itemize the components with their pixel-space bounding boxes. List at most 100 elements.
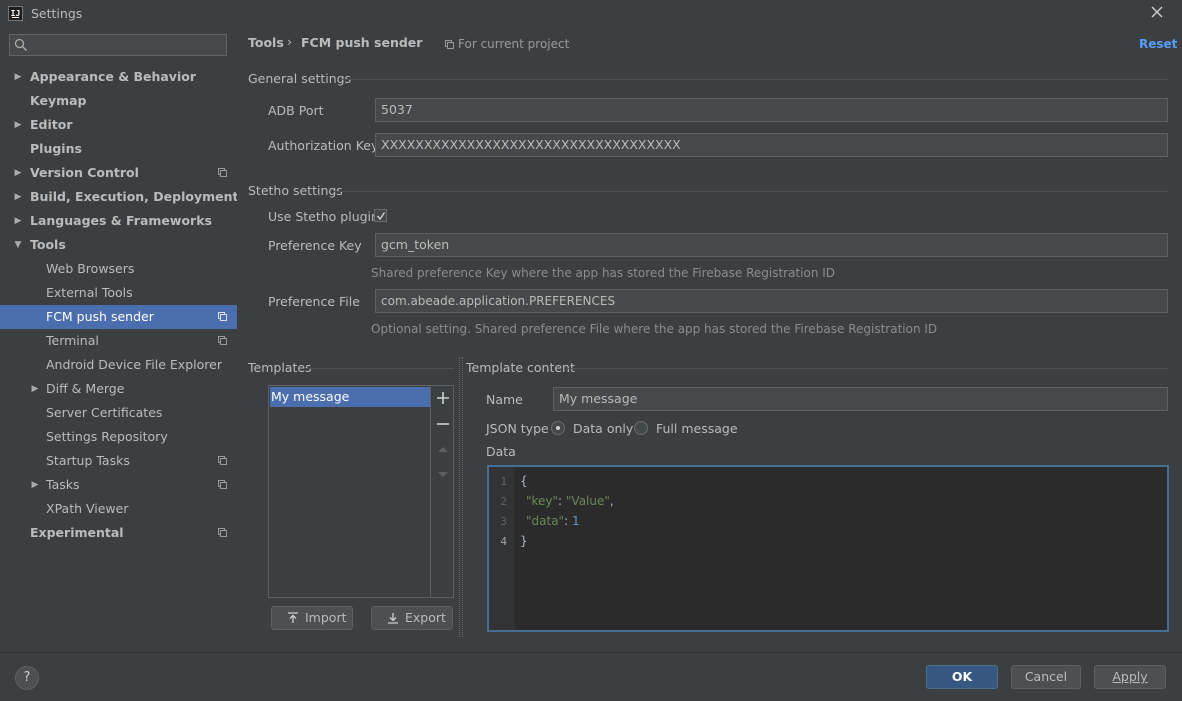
full-message-label[interactable]: Full message xyxy=(656,421,738,436)
sidebar-item-terminal[interactable]: Terminal xyxy=(0,329,237,353)
general-settings-heading: General settings xyxy=(248,71,352,86)
project-scope-icon xyxy=(218,456,227,465)
list-item[interactable]: My message xyxy=(270,387,431,407)
sidebar-item-label: XPath Viewer xyxy=(46,501,129,516)
sidebar-item-label: External Tools xyxy=(46,285,133,300)
sidebar-item-label: Diff & Merge xyxy=(46,381,125,396)
dialog-button-bar xyxy=(0,652,1182,701)
reset-link[interactable]: Reset xyxy=(1139,37,1177,51)
templates-list[interactable]: My message xyxy=(268,385,454,598)
json-colon: : xyxy=(558,494,566,508)
sidebar-item-editor[interactable]: ▶ Editor xyxy=(0,113,237,137)
project-scope-icon xyxy=(218,480,227,489)
expand-arrow-icon[interactable]: ▶ xyxy=(30,377,40,401)
expand-arrow-icon[interactable]: ▶ xyxy=(13,185,23,209)
sidebar-item-android-device-file-explorer[interactable]: Android Device File Explorer xyxy=(0,353,237,377)
line-number-gutter: 1 2 3 4 xyxy=(489,467,515,630)
ok-button[interactable]: OK xyxy=(926,665,998,689)
stetho-settings-heading: Stetho settings xyxy=(248,183,343,198)
search-input[interactable] xyxy=(9,34,227,56)
sidebar-item-diff-merge[interactable]: ▶ Diff & Merge xyxy=(0,377,237,401)
preference-key-hint: Shared preference Key where the app has … xyxy=(371,266,836,280)
preference-key-field[interactable]: gcm_token xyxy=(375,233,1168,257)
sidebar-item-keymap[interactable]: Keymap xyxy=(0,89,237,113)
templates-heading: Templates xyxy=(248,360,312,375)
data-only-label[interactable]: Data only xyxy=(573,421,633,436)
export-label: Export xyxy=(405,610,446,625)
code-line: "key": "Value", xyxy=(526,494,614,508)
authorization-key-label: Authorization Key xyxy=(268,138,379,153)
full-message-radio[interactable] xyxy=(634,421,648,435)
add-icon[interactable] xyxy=(436,391,450,405)
use-stetho-plugin-checkbox[interactable] xyxy=(374,209,387,222)
sidebar-item-experimental[interactable]: Experimental xyxy=(0,521,237,545)
sidebar-item-plugins[interactable]: Plugins xyxy=(0,137,237,161)
collapse-arrow-icon[interactable]: ▼ xyxy=(13,233,23,257)
splitter-handle[interactable] xyxy=(459,357,463,637)
sidebar-item-build[interactable]: ▶ Build, Execution, Deployment xyxy=(0,185,239,209)
sidebar-item-tasks[interactable]: ▶ Tasks xyxy=(0,473,237,497)
expand-arrow-icon[interactable]: ▶ xyxy=(13,113,23,137)
template-content-heading: Template content xyxy=(466,360,575,375)
import-button[interactable]: Import xyxy=(271,606,353,630)
code-line: "data": 1 xyxy=(526,514,580,528)
sidebar-item-settings-repository[interactable]: Settings Repository xyxy=(0,425,237,449)
expand-arrow-icon[interactable]: ▶ xyxy=(30,473,40,497)
search-input-field[interactable] xyxy=(32,36,226,56)
project-scope-icon xyxy=(218,168,227,177)
authorization-key-field[interactable]: XXXXXXXXXXXXXXXXXXXXXXXXXXXXXXXXXXX xyxy=(375,133,1168,157)
breadcrumb-separator: › xyxy=(287,34,292,49)
sidebar-item-fcm-push-sender[interactable]: FCM push sender xyxy=(0,305,237,329)
sidebar-item-languages[interactable]: ▶ Languages & Frameworks xyxy=(0,209,237,233)
preference-key-label: Preference Key xyxy=(268,238,362,253)
app-logo-icon: IJ xyxy=(8,6,23,21)
close-icon[interactable] xyxy=(1149,4,1165,20)
sidebar-item-external-tools[interactable]: External Tools xyxy=(0,281,237,305)
remove-icon[interactable] xyxy=(436,417,450,431)
template-name-field[interactable]: My message xyxy=(553,387,1168,411)
breadcrumb-current: FCM push sender xyxy=(301,35,423,50)
project-scope-icon xyxy=(218,336,227,345)
code-line: } xyxy=(520,534,528,548)
apply-button[interactable]: Apply xyxy=(1094,665,1166,689)
sidebar-item-label: Settings Repository xyxy=(46,429,168,444)
preference-file-field[interactable]: com.abeade.application.PREFERENCES xyxy=(375,289,1168,313)
expand-arrow-icon[interactable]: ▶ xyxy=(13,65,23,89)
sidebar-item-label: Appearance & Behavior xyxy=(30,69,196,84)
sidebar-item-label: Build, Execution, Deployment xyxy=(30,189,239,204)
sidebar-item-label: Web Browsers xyxy=(46,261,135,276)
sidebar-item-label: Version Control xyxy=(30,165,139,180)
adb-port-field[interactable]: 5037 xyxy=(375,98,1168,122)
line-number: 3 xyxy=(500,515,507,528)
sidebar-item-appearance[interactable]: ▶ Appearance & Behavior xyxy=(0,65,237,89)
export-button[interactable]: Export xyxy=(371,606,453,630)
expand-arrow-icon[interactable]: ▶ xyxy=(13,209,23,233)
json-data-editor[interactable]: 1 2 3 4 { "key": "Value", "data": 1 } xyxy=(487,465,1169,632)
data-only-radio[interactable] xyxy=(551,421,565,435)
move-up-icon xyxy=(438,447,448,452)
sidebar-item-web-browsers[interactable]: Web Browsers xyxy=(0,257,237,281)
breadcrumb-parent[interactable]: Tools xyxy=(248,35,284,50)
window-title: Settings xyxy=(31,6,83,21)
sidebar-item-xpath-viewer[interactable]: XPath Viewer xyxy=(0,497,237,521)
sidebar-item-server-certificates[interactable]: Server Certificates xyxy=(0,401,237,425)
expand-arrow-icon[interactable]: ▶ xyxy=(13,161,23,185)
title-bar: IJ Settings xyxy=(0,0,1182,28)
import-icon xyxy=(288,612,298,623)
sidebar-item-label: Editor xyxy=(30,117,73,132)
cancel-button[interactable]: Cancel xyxy=(1011,665,1081,689)
line-number: 2 xyxy=(500,495,507,508)
sidebar-item-tools[interactable]: ▼ Tools xyxy=(0,233,237,257)
json-colon: : xyxy=(564,514,572,528)
move-down-icon xyxy=(438,472,448,477)
adb-port-label: ADB Port xyxy=(268,103,324,118)
sidebar-item-label: Startup Tasks xyxy=(46,453,130,468)
sidebar-item-label: Plugins xyxy=(30,141,82,156)
code-line: { xyxy=(520,474,528,488)
sidebar-item-label: Languages & Frameworks xyxy=(30,213,212,228)
sidebar-item-version-control[interactable]: ▶ Version Control xyxy=(0,161,237,185)
help-icon[interactable]: ? xyxy=(15,666,39,690)
line-number-current: 4 xyxy=(500,535,507,548)
export-icon xyxy=(388,613,398,624)
sidebar-item-startup-tasks[interactable]: Startup Tasks xyxy=(0,449,237,473)
